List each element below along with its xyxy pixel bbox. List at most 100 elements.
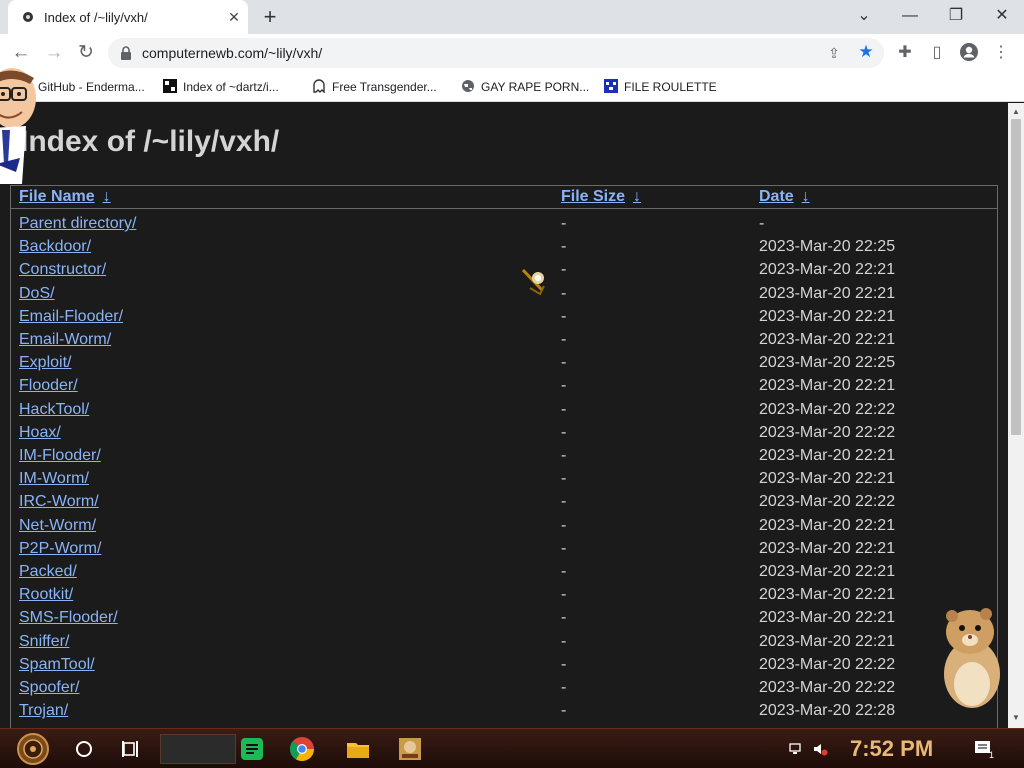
table-row: Parent directory/ - -: [11, 212, 997, 235]
file-date: 2023-Mar-20 22:21: [759, 586, 896, 604]
scroll-up-icon[interactable]: ▲: [1012, 107, 1020, 116]
url-text[interactable]: computernewb.com/~lily/vxh/: [142, 45, 322, 61]
profile-icon[interactable]: [958, 42, 980, 64]
file-link[interactable]: Spoofer/: [19, 679, 79, 697]
table-row: Hoax/ - 2023-Mar-20 22:22: [11, 421, 997, 444]
bookmark-item[interactable]: Free Transgender...: [312, 78, 437, 96]
browser-tab[interactable]: Index of /~lily/vxh/ ✕: [8, 0, 248, 34]
column-header-size[interactable]: File Size ↓: [561, 188, 641, 206]
file-link[interactable]: Email-Flooder/: [19, 308, 123, 326]
file-size: -: [561, 563, 567, 580]
file-link[interactable]: Email-Worm/: [19, 331, 111, 349]
file-date: 2023-Mar-20 22:22: [759, 400, 896, 418]
taskbar-search-box[interactable]: [160, 734, 236, 764]
header-divider: [11, 208, 997, 209]
file-date: 2023-Mar-20 22:21: [759, 563, 896, 580]
notification-icon[interactable]: 1: [974, 739, 996, 759]
table-row: DoS/ - 2023-Mar-20 22:21: [11, 282, 997, 305]
address-bar[interactable]: computernewb.com/~lily/vxh/ ⇪ ★: [108, 38, 884, 68]
file-date: 2023-Mar-20 22:22: [759, 423, 896, 441]
browser-toolbar: ← → ↻ computernewb.com/~lily/vxh/ ⇪ ★ ✚ …: [0, 34, 1024, 72]
file-listing-table: File Name ↓ File Size ↓ Date ↓ Parent direc…: [10, 185, 998, 728]
column-header-date[interactable]: Date ↓: [759, 188, 810, 206]
maximize-icon[interactable]: ❐: [942, 4, 970, 28]
volume-icon[interactable]: [812, 741, 828, 757]
taskview-icon[interactable]: [116, 735, 144, 763]
file-link[interactable]: DoS/: [19, 285, 55, 303]
bookmark-label: GitHub - Enderma...: [38, 80, 145, 94]
file-size: -: [561, 493, 567, 511]
chrome-icon[interactable]: [288, 735, 316, 763]
file-link[interactable]: Constructor/: [19, 261, 106, 279]
file-date: 2023-Mar-20 22:21: [759, 307, 896, 325]
file-link[interactable]: Parent directory/: [19, 215, 136, 233]
table-row: Backdoor/ - 2023-Mar-20 22:25: [11, 235, 997, 258]
bookmark-item[interactable]: FILE ROULETTE: [604, 78, 717, 96]
taskbar: 7:52 PM 1: [0, 728, 1024, 768]
table-row: Packed/ - 2023-Mar-20 22:21: [11, 560, 997, 583]
sidepanel-icon[interactable]: ▯: [926, 42, 948, 64]
start-icon[interactable]: [8, 732, 58, 766]
file-size: -: [561, 238, 567, 256]
file-link[interactable]: Exploit/: [19, 354, 71, 372]
back-icon[interactable]: ←: [8, 40, 34, 66]
file-link[interactable]: Sniffer/: [19, 633, 69, 651]
column-header-name[interactable]: File Name ↓: [19, 188, 111, 206]
extensions-icon[interactable]: ✚: [894, 42, 916, 64]
scroll-down-icon[interactable]: ▼: [1012, 713, 1020, 722]
file-date: 2023-Mar-20 22:21: [759, 447, 896, 464]
file-link[interactable]: Flooder/: [19, 377, 78, 395]
taskbar-clock[interactable]: 7:52 PM: [850, 736, 933, 762]
file-link[interactable]: SpamTool/: [19, 656, 95, 674]
forward-icon[interactable]: →: [41, 40, 67, 66]
file-size: -: [561, 586, 567, 604]
share-icon[interactable]: ⇪: [824, 43, 844, 63]
table-row: IM-Worm/ - 2023-Mar-20 22:21: [11, 467, 997, 490]
file-link[interactable]: Backdoor/: [19, 238, 91, 256]
file-link[interactable]: SMS-Flooder/: [19, 609, 118, 627]
file-size: -: [561, 331, 567, 348]
file-size: -: [561, 702, 567, 720]
file-link[interactable]: Trojan/: [19, 702, 68, 720]
file-link[interactable]: IM-Worm/: [19, 470, 89, 488]
file-roulette-icon: [604, 79, 618, 93]
star-icon[interactable]: ★: [856, 42, 876, 62]
plus-icon[interactable]: +: [258, 5, 282, 29]
file-date: 2023-Mar-20 22:25: [759, 238, 896, 256]
file-link[interactable]: Net-Worm/: [19, 517, 96, 535]
bookmark-item[interactable]: Index of ~dartz/i...: [163, 78, 279, 96]
bookmark-item[interactable]: GAY RAPE PORN...: [461, 78, 589, 96]
file-link[interactable]: Packed/: [19, 563, 77, 581]
file-size: -: [561, 609, 567, 627]
spotify-icon[interactable]: [238, 735, 266, 763]
explorer-icon[interactable]: [344, 735, 372, 763]
file-link[interactable]: HackTool/: [19, 401, 89, 419]
minimize-icon[interactable]: —: [896, 4, 924, 28]
close-icon[interactable]: ✕: [224, 7, 244, 27]
cortana-icon[interactable]: [70, 735, 98, 763]
file-size: -: [561, 284, 567, 302]
menu-icon[interactable]: ⋮: [990, 42, 1012, 64]
scrollbar-thumb[interactable]: [1011, 119, 1021, 435]
window-close-icon[interactable]: ✕: [988, 4, 1016, 28]
ghost-icon: [313, 79, 325, 93]
app-icon[interactable]: [396, 735, 424, 763]
bookmark-item[interactable]: GitHub - Enderma...: [38, 78, 145, 96]
table-row: Flooder/ - 2023-Mar-20 22:21: [11, 374, 997, 397]
page-scrollbar[interactable]: ▲ ▼: [1008, 103, 1024, 728]
table-row: Email-Worm/ - 2023-Mar-20 22:21: [11, 328, 997, 351]
dartz-icon: [163, 79, 177, 93]
file-date: 2023-Mar-20 22:21: [759, 470, 896, 488]
file-link[interactable]: Rootkit/: [19, 586, 73, 604]
file-link[interactable]: Hoax/: [19, 424, 61, 442]
network-icon[interactable]: [788, 741, 804, 757]
bookmark-label: GAY RAPE PORN...: [481, 80, 590, 94]
file-size: -: [561, 655, 567, 673]
table-row: Trojan/ - 2023-Mar-20 22:28: [11, 699, 997, 722]
file-link[interactable]: IRC-Worm/: [19, 493, 99, 511]
table-row: IM-Flooder/ - 2023-Mar-20 22:21: [11, 444, 997, 467]
reload-icon[interactable]: ↻: [73, 40, 99, 66]
file-link[interactable]: P2P-Worm/: [19, 540, 101, 558]
tab-search-icon[interactable]: ⌄: [850, 4, 878, 28]
file-link[interactable]: IM-Flooder/: [19, 447, 101, 465]
